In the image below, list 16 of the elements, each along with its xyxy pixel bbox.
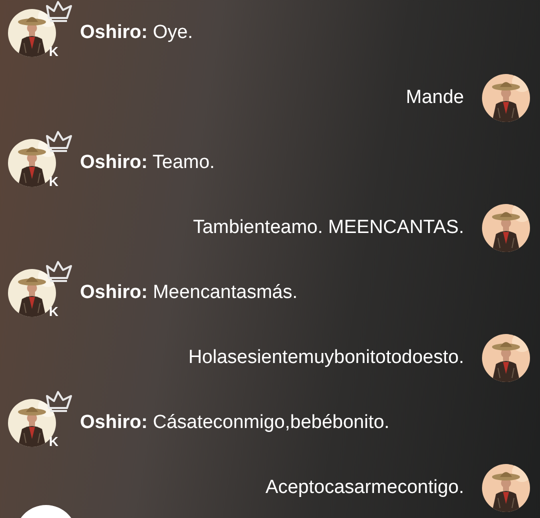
- message-text: Oshiro: Oye.: [80, 22, 193, 44]
- message-text: Oshiro: Cásateconmigo,bebébonito.: [80, 412, 390, 434]
- crown-icon: [46, 260, 72, 282]
- level-label: K: [49, 434, 58, 448]
- message-text: Holasesientemuybonitotodoesto.: [188, 346, 464, 368]
- level-label: K: [49, 304, 58, 318]
- message-text: Oshiro: Teamo.: [80, 152, 215, 174]
- message-text: Aceptocasarmecontigo.: [265, 476, 464, 498]
- level-label: K: [49, 44, 58, 58]
- crown-icon: [46, 0, 72, 22]
- crown-icon: [46, 130, 72, 152]
- message-text: Tambienteamo. MEENCANTAS.: [192, 216, 464, 238]
- level-label: K: [49, 174, 58, 188]
- message-text: Mande: [406, 86, 464, 108]
- message-text: Oshiro: Meencantasmás.: [80, 282, 298, 304]
- crown-icon: [46, 390, 72, 412]
